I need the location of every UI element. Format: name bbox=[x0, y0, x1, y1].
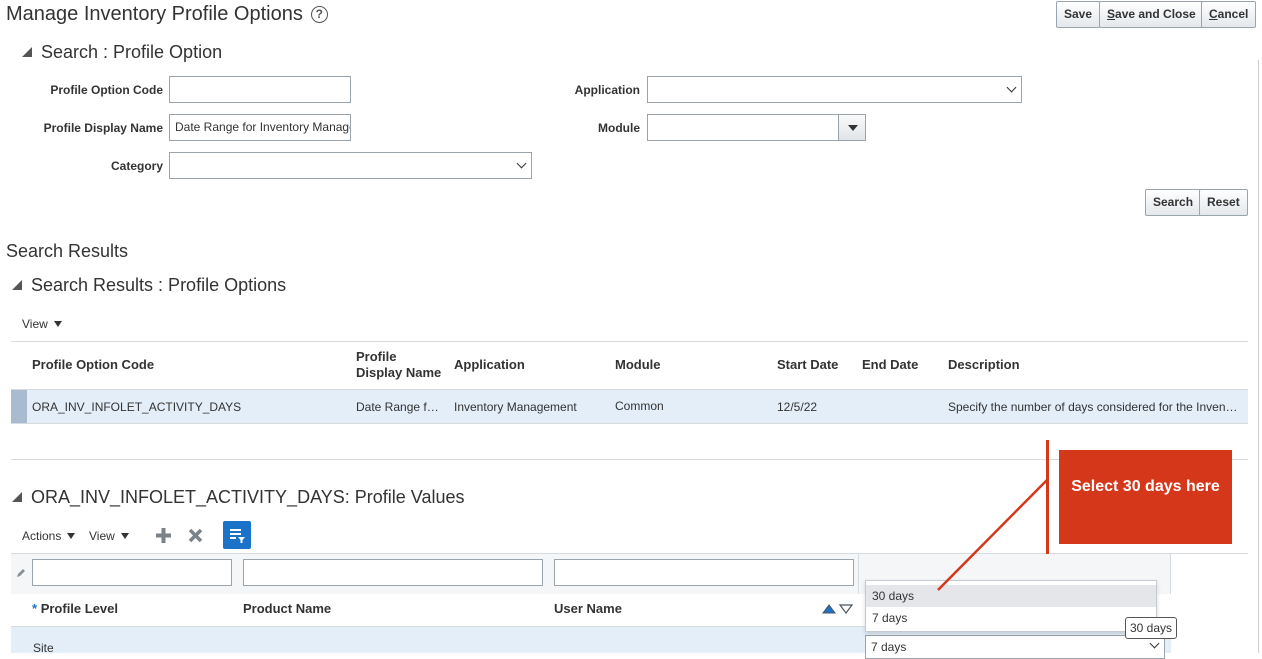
search-button[interactable]: Search bbox=[1145, 189, 1202, 216]
sort-icon[interactable] bbox=[822, 603, 854, 615]
cell-module: Common bbox=[615, 399, 664, 413]
collapse-triangle-icon[interactable] bbox=[12, 280, 22, 290]
column-header-user-name[interactable]: User Name bbox=[554, 601, 622, 617]
column-header-start-date[interactable]: Start Date bbox=[777, 357, 838, 373]
cancel-button[interactable]: Cancel bbox=[1201, 1, 1257, 28]
caret-down-icon bbox=[53, 321, 62, 327]
application-select[interactable] bbox=[647, 76, 1022, 103]
filter-user-name-input[interactable] bbox=[554, 559, 854, 586]
profile-value-select[interactable]: 7 days bbox=[865, 635, 1165, 659]
save-button[interactable]: Save bbox=[1056, 1, 1101, 28]
profile-display-name-label: Profile Display Name bbox=[43, 121, 163, 135]
column-header-code[interactable]: Profile Option Code bbox=[32, 357, 154, 373]
reset-button[interactable]: Reset bbox=[1199, 189, 1248, 216]
divider bbox=[1170, 554, 1171, 594]
chevron-down-icon bbox=[1006, 82, 1017, 93]
chevron-down-icon bbox=[1149, 638, 1160, 649]
actions-menu[interactable]: Actions bbox=[22, 529, 76, 543]
column-header-module[interactable]: Module bbox=[615, 357, 661, 373]
option-tooltip: 30 days bbox=[1125, 617, 1178, 639]
table-row[interactable]: ORA_INV_INFOLET_ACTIVITY_DAYS Date Range… bbox=[11, 390, 1248, 423]
profile-values-view-menu[interactable]: View bbox=[89, 529, 129, 543]
divider bbox=[858, 554, 859, 594]
dropdown-arrow-icon[interactable] bbox=[838, 115, 865, 140]
search-results-heading: Search Results bbox=[6, 241, 129, 261]
x-icon[interactable] bbox=[187, 527, 204, 544]
profile-values-section-header[interactable]: ORA_INV_INFOLET_ACTIVITY_DAYS: Profile V… bbox=[12, 487, 464, 508]
column-header-application[interactable]: Application bbox=[454, 357, 525, 373]
cell-start-date: 12/5/22 bbox=[777, 400, 818, 414]
category-label: Category bbox=[110, 159, 163, 173]
callout-box: Select 30 days here bbox=[1059, 450, 1232, 544]
module-combobox[interactable] bbox=[647, 114, 866, 141]
profile-display-name-input[interactable]: Date Range for Inventory Management bbox=[169, 114, 351, 141]
filter-product-name-input[interactable] bbox=[243, 559, 543, 586]
pencil-icon bbox=[17, 569, 25, 577]
column-header-display-name[interactable]: Profile Display Name bbox=[356, 349, 441, 381]
search-results-section-header[interactable]: Search Results : Profile Options bbox=[12, 275, 286, 296]
cell-description: Specify the number of days considered fo… bbox=[948, 400, 1238, 414]
collapse-triangle-icon[interactable] bbox=[12, 492, 22, 502]
cell-application: Inventory Management bbox=[454, 400, 577, 414]
filter-profile-level-input[interactable] bbox=[32, 559, 232, 586]
category-select[interactable] bbox=[169, 152, 532, 179]
save-and-close-button[interactable]: Save and Close bbox=[1099, 1, 1204, 28]
query-by-example-icon[interactable] bbox=[223, 521, 251, 549]
cell-code: ORA_INV_INFOLET_ACTIVITY_DAYS bbox=[32, 400, 242, 414]
chevron-down-icon bbox=[516, 158, 527, 169]
cell-display-name: Date Range f… bbox=[356, 400, 439, 414]
page-title: Manage Inventory Profile Options? bbox=[6, 3, 328, 26]
results-view-menu[interactable]: View bbox=[22, 317, 62, 331]
application-label: Application bbox=[574, 83, 640, 97]
module-label: Module bbox=[598, 121, 640, 135]
caret-down-icon bbox=[67, 533, 76, 539]
callout-arrow bbox=[937, 479, 1048, 591]
collapse-triangle-icon[interactable] bbox=[22, 47, 32, 57]
divider bbox=[11, 341, 1248, 342]
column-header-description[interactable]: Description bbox=[948, 357, 1020, 373]
column-header-profile-level[interactable]: * Profile Level bbox=[32, 601, 118, 617]
profile-option-code-label: Profile Option Code bbox=[50, 83, 163, 97]
search-section-header[interactable]: Search : Profile Option bbox=[22, 42, 222, 63]
profile-option-code-input[interactable] bbox=[169, 76, 351, 103]
page-title-text: Manage Inventory Profile Options bbox=[6, 3, 303, 25]
column-header-end-date[interactable]: End Date bbox=[862, 357, 918, 373]
plus-icon[interactable] bbox=[155, 527, 172, 544]
caret-down-icon bbox=[120, 533, 129, 539]
help-icon[interactable]: ? bbox=[310, 6, 328, 23]
page-scrollbar[interactable] bbox=[1258, 60, 1259, 653]
divider bbox=[11, 423, 1248, 424]
column-header-product-name[interactable]: Product Name bbox=[243, 601, 331, 617]
row-selector[interactable] bbox=[11, 390, 27, 423]
dropdown-option-7-days[interactable]: 7 days bbox=[866, 607, 1156, 629]
